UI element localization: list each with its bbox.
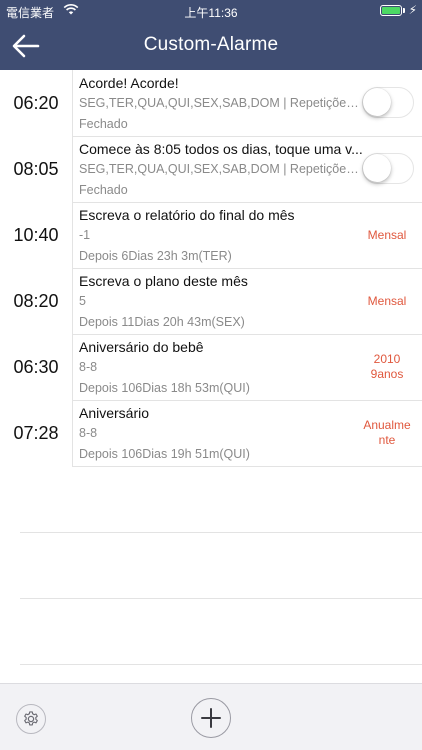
- status-time: 上午11:36: [184, 6, 238, 20]
- alarm-content: Comece às 8:05 todos os dias, toque uma …: [72, 136, 422, 203]
- reminder-row[interactable]: 06:30 Aniversário do bebê 8-8 Depois 106…: [0, 334, 422, 401]
- reminder-detail: 5: [79, 294, 86, 308]
- page-title: Custom-Alarme: [143, 34, 279, 55]
- reminder-title: Escreva o plano deste mês: [79, 273, 248, 289]
- reminder-content: Aniversário do bebê 8-8 Depois 106Dias 1…: [72, 334, 422, 401]
- alarm-list: 06:20 Acorde! Acorde! SEG,TER,QUA,QUI,SE…: [0, 70, 422, 467]
- reminder-content: Escreva o plano deste mês 5 Depois 11Dia…: [72, 268, 422, 335]
- reminder-tag: 2010 9anos: [370, 352, 404, 381]
- reminder-time: 07:28: [13, 422, 59, 443]
- reminder-detail: -1: [79, 228, 91, 242]
- charging-icon: ⚡: [408, 3, 417, 17]
- alarm-repeat: SEG,TER,QUA,QUI,SEX,SAB,DOM | Repetições…: [79, 96, 364, 110]
- gear-icon: [24, 711, 38, 726]
- alarm-toggle[interactable]: [362, 153, 414, 184]
- empty-row-divider: [20, 664, 422, 665]
- empty-row-divider: [20, 598, 422, 599]
- alarm-time: 08:05: [13, 158, 59, 179]
- reminder-title: Escreva o relatório do final do mês: [79, 207, 295, 223]
- alarm-title: Comece às 8:05 todos os dias, toque uma …: [79, 141, 363, 157]
- reminder-title: Aniversário: [79, 405, 150, 421]
- reminder-countdown: Depois 106Dias 18h 53m(QUI): [79, 381, 250, 395]
- alarm-row[interactable]: 06:20 Acorde! Acorde! SEG,TER,QUA,QUI,SE…: [0, 70, 422, 137]
- reminder-time: 10:40: [13, 224, 59, 245]
- battery-cap: [403, 8, 405, 13]
- alarm-title: Acorde! Acorde!: [79, 75, 179, 91]
- empty-row-divider: [20, 532, 422, 533]
- add-button[interactable]: [191, 698, 231, 738]
- reminder-tag: Mensal: [367, 227, 407, 242]
- reminder-time: 08:20: [13, 290, 59, 311]
- top-bar: 電信業者 上午11:36 ⚡ Custom-Alarme: [0, 0, 422, 70]
- reminder-tag: Mensal: [367, 293, 407, 308]
- reminder-countdown: Depois 106Dias 19h 51m(QUI): [79, 447, 250, 461]
- reminder-row[interactable]: 07:28 Aniversário 8-8 Depois 106Dias 19h…: [0, 400, 422, 467]
- settings-button[interactable]: [16, 704, 46, 734]
- alarm-content: Acorde! Acorde! SEG,TER,QUA,QUI,SEX,SAB,…: [72, 70, 422, 137]
- reminder-title: Aniversário do bebê: [79, 339, 204, 355]
- alarm-row[interactable]: 08:05 Comece às 8:05 todos os dias, toqu…: [0, 136, 422, 203]
- reminder-countdown: Depois 6Dias 23h 3m(TER): [79, 249, 232, 263]
- reminder-row[interactable]: 10:40 Escreva o relatório do final do mê…: [0, 202, 422, 269]
- reminder-countdown: Depois 11Dias 20h 43m(SEX): [79, 315, 245, 329]
- alarm-status: Fechado: [79, 183, 128, 197]
- reminder-content: Escreva o relatório do final do mês -1 D…: [72, 202, 422, 269]
- alarm-repeat: SEG,TER,QUA,QUI,SEX,SAB,DOM | Repetições…: [79, 162, 364, 176]
- plus-icon: [201, 708, 221, 728]
- bottom-toolbar: [0, 683, 422, 750]
- reminder-row[interactable]: 08:20 Escreva o plano deste mês 5 Depois…: [0, 268, 422, 335]
- reminder-time: 06:30: [13, 356, 59, 377]
- reminder-content: Aniversário 8-8 Depois 106Dias 19h 51m(Q…: [72, 400, 422, 467]
- alarm-status: Fechado: [79, 117, 128, 131]
- alarm-toggle[interactable]: [362, 87, 414, 118]
- status-bar: 電信業者 上午11:36 ⚡: [0, 0, 422, 22]
- alarm-time: 06:20: [13, 92, 59, 113]
- reminder-detail: 8-8: [79, 426, 98, 440]
- reminder-tag: Anualme nte: [363, 418, 411, 447]
- battery-icon: [380, 5, 402, 16]
- reminder-detail: 8-8: [79, 360, 98, 374]
